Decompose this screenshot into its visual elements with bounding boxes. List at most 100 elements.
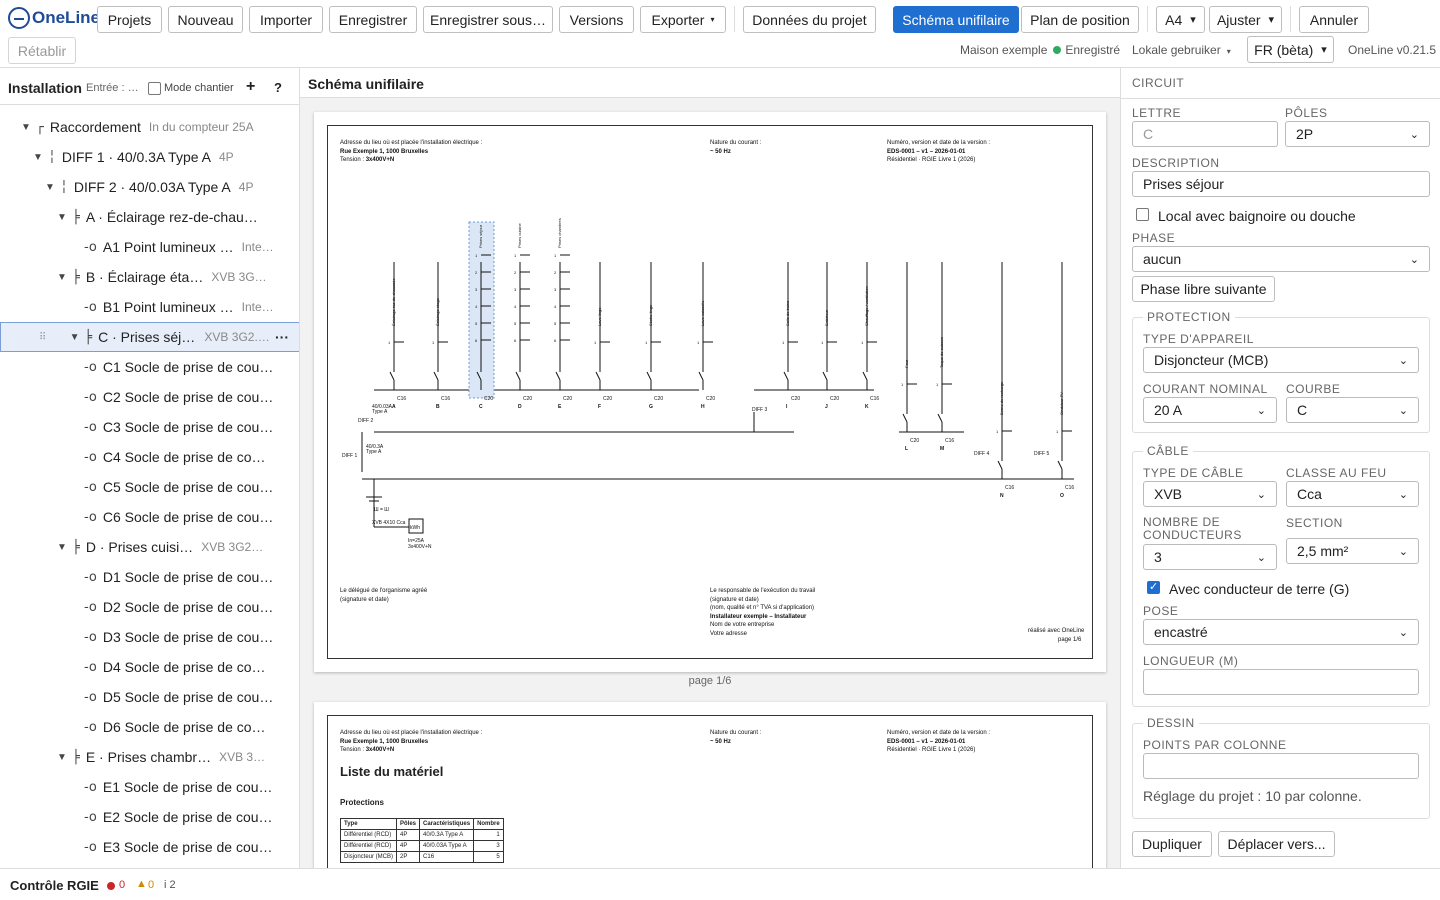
more-actions-icon[interactable]: ··· xyxy=(275,329,289,345)
conductors-label: NOMBRE DE CONDUCTEURS xyxy=(1143,515,1242,542)
circuit-letter: M xyxy=(940,446,944,452)
tree-node[interactable]: -o D5 Socle de prise de cou… xyxy=(0,682,299,712)
length-input[interactable] xyxy=(1143,669,1419,695)
import-button[interactable]: Importer xyxy=(249,6,323,33)
tree-node[interactable]: -o D2 Socle de prise de cou… xyxy=(0,592,299,622)
circuit-letter: N xyxy=(1000,493,1004,499)
cable-type-select[interactable]: XVB ⌄ xyxy=(1143,481,1277,507)
chevron-down-icon: ⌄ xyxy=(1398,626,1408,639)
undo-button[interactable]: Annuler xyxy=(1299,6,1369,33)
language-select[interactable]: FR (bèta) xyxy=(1247,36,1334,63)
tree-node[interactable]: ▼ ┌ Raccordement In du compteur 25A xyxy=(0,112,299,142)
points-per-column-input[interactable] xyxy=(1143,753,1419,779)
paper-select[interactable]: A4 xyxy=(1156,6,1205,33)
description-input[interactable]: Prises séjour xyxy=(1132,171,1430,197)
laying-select[interactable]: encastré ⌄ xyxy=(1143,619,1419,645)
versions-button[interactable]: Versions xyxy=(559,6,634,33)
circuit-name: Lave-vaisselle xyxy=(700,300,705,326)
help-button[interactable]: ? xyxy=(274,80,282,95)
project-data-button[interactable]: Données du projet xyxy=(743,6,876,33)
tree-node[interactable]: ⠿ ▼ ╞ C · Prises séjo… XVB 3G2.5 … ··· xyxy=(0,322,299,352)
tree-node[interactable]: -o C5 Socle de prise de cou… xyxy=(0,472,299,502)
expand-toggle-icon[interactable]: ▼ xyxy=(69,332,80,343)
save-as-button[interactable]: Enregistrer sous… xyxy=(423,6,553,33)
site-mode-checkbox[interactable] xyxy=(148,82,161,95)
tree-node-label: B · Éclairage éta… xyxy=(85,269,204,285)
installation-panel: Installation Entrée : … Mode chantier + … xyxy=(0,68,300,868)
table-cell: Différentiel (RCD) xyxy=(339,829,398,841)
tree-node-label: DIFF 2 · 40/0.03A Type A xyxy=(73,179,231,195)
letter-input[interactable]: C xyxy=(1132,121,1278,147)
export-button[interactable]: Exporter xyxy=(640,6,726,33)
tree-node[interactable]: -o C3 Socle de prise de cou… xyxy=(0,412,299,442)
user-menu[interactable]: Lokale gebruiker xyxy=(1132,43,1231,57)
tree-node-detail: Inte… xyxy=(241,240,274,254)
app-logo[interactable]: OneLine xyxy=(8,7,100,29)
expand-toggle-icon[interactable]: ▼ xyxy=(56,542,68,553)
tree-node[interactable]: ▼ ╞ A · Éclairage rez-de-chau… xyxy=(0,202,299,232)
bath-checkbox[interactable] xyxy=(1136,208,1149,221)
tree-node[interactable]: -o C2 Socle de prise de cou… xyxy=(0,382,299,412)
breaker-rating: C20 xyxy=(791,396,800,402)
expand-toggle-icon[interactable]: ▼ xyxy=(44,182,56,193)
tree-node[interactable]: ▼ ╞ E · Prises chambr… XVB 3… xyxy=(0,742,299,772)
projects-button[interactable]: Projets xyxy=(97,6,162,33)
fire-class-select[interactable]: Cca ⌄ xyxy=(1286,481,1419,507)
expand-toggle-icon[interactable]: ▼ xyxy=(56,272,68,283)
tree-node[interactable]: -o B1 Point lumineux … Inte… xyxy=(0,292,299,322)
tree-node-label: D2 Socle de prise de cou… xyxy=(102,599,274,615)
add-node-button[interactable]: + xyxy=(246,78,255,96)
tree-node[interactable]: -o D4 Socle de prise de co… xyxy=(0,652,299,682)
poles-select[interactable]: 2P ⌄ xyxy=(1285,121,1430,147)
expand-toggle-icon[interactable]: ▼ xyxy=(20,122,32,133)
curve-select[interactable]: C ⌄ xyxy=(1286,397,1419,423)
bath-label: Local avec baignoire ou douche xyxy=(1158,208,1356,224)
breaker-rating: C20 xyxy=(563,396,572,402)
tree-node[interactable]: -o C1 Socle de prise de cou… xyxy=(0,352,299,382)
single-line-tab[interactable]: Schéma unifilaire xyxy=(893,6,1019,33)
entry-filter[interactable]: Entrée : … xyxy=(86,82,139,94)
expand-toggle-icon[interactable]: ▼ xyxy=(56,212,68,223)
save-button[interactable]: Enregistrer xyxy=(329,6,417,33)
tree-node[interactable]: -o D6 Socle de prise de co… xyxy=(0,712,299,742)
tree-node[interactable]: -o D3 Socle de prise de cou… xyxy=(0,622,299,652)
rgie-check-label[interactable]: Contrôle RGIE xyxy=(10,878,99,893)
device-type-select[interactable]: Disjoncteur (MCB) ⌄ xyxy=(1143,347,1419,373)
tree-node[interactable]: ▼ ╎ DIFF 2 · 40/0.03A Type A 4P xyxy=(0,172,299,202)
tree-node[interactable]: -o C4 Socle de prise de co… xyxy=(0,442,299,472)
outlet-number: 3 xyxy=(554,287,557,292)
conductors-select[interactable]: 3 ⌄ xyxy=(1143,544,1277,570)
tree-node[interactable]: -o E1 Socle de prise de cou… xyxy=(0,772,299,802)
outlet-number: 2 xyxy=(514,270,517,275)
position-plan-tab[interactable]: Plan de position xyxy=(1021,6,1139,33)
drag-handle-icon[interactable]: ⠿ xyxy=(1,332,69,343)
section-select[interactable]: 2,5 mm² ⌄ xyxy=(1286,538,1419,564)
next-phase-button[interactable]: Phase libre suivante xyxy=(1132,276,1275,302)
expand-toggle-icon[interactable]: ▼ xyxy=(56,752,68,763)
tree-node[interactable]: -o C6 Socle de prise de cou… xyxy=(0,502,299,532)
expand-toggle-icon[interactable]: ▼ xyxy=(32,152,44,163)
node-type-icon: -o xyxy=(84,239,97,255)
node-type-icon: -o xyxy=(84,779,97,795)
project-name: Maison exemple xyxy=(960,43,1048,57)
tree-node[interactable]: -o E2 Socle de prise de cou… xyxy=(0,802,299,832)
tree-node[interactable]: -o D1 Socle de prise de cou… xyxy=(0,562,299,592)
tree-node[interactable]: ▼ ╞ B · Éclairage éta… XVB 3G… xyxy=(0,262,299,292)
tree-node[interactable]: ▼ ╎ DIFF 1 · 40/0.3A Type A 4P xyxy=(0,142,299,172)
move-to-button[interactable]: Déplacer vers... xyxy=(1218,831,1335,857)
saved-status: Enregistré xyxy=(1065,43,1121,57)
earth-conductor-checkbox[interactable] xyxy=(1147,580,1160,594)
new-button[interactable]: Nouveau xyxy=(168,6,243,33)
phase-select[interactable]: aucun ⌄ xyxy=(1132,246,1430,272)
status-bar: Contrôle RGIE 0 ▲ 0 i 2 xyxy=(0,868,1440,900)
outlet-number: 5 xyxy=(554,321,557,326)
tree-node[interactable]: ▼ ╞ D · Prises cuisi… XVB 3G2… xyxy=(0,532,299,562)
tree-node[interactable]: -o E3 Socle de prise de cou… xyxy=(0,832,299,862)
fit-select[interactable]: Ajuster xyxy=(1209,6,1282,33)
node-type-icon: -o xyxy=(84,839,97,855)
redo-button[interactable]: Rétablir xyxy=(8,37,76,64)
circuit-letter: J xyxy=(825,404,828,410)
duplicate-button[interactable]: Dupliquer xyxy=(1132,831,1212,857)
tree-node[interactable]: -o A1 Point lumineux … Inte… xyxy=(0,232,299,262)
nominal-current-select[interactable]: 20 A ⌄ xyxy=(1143,397,1277,423)
